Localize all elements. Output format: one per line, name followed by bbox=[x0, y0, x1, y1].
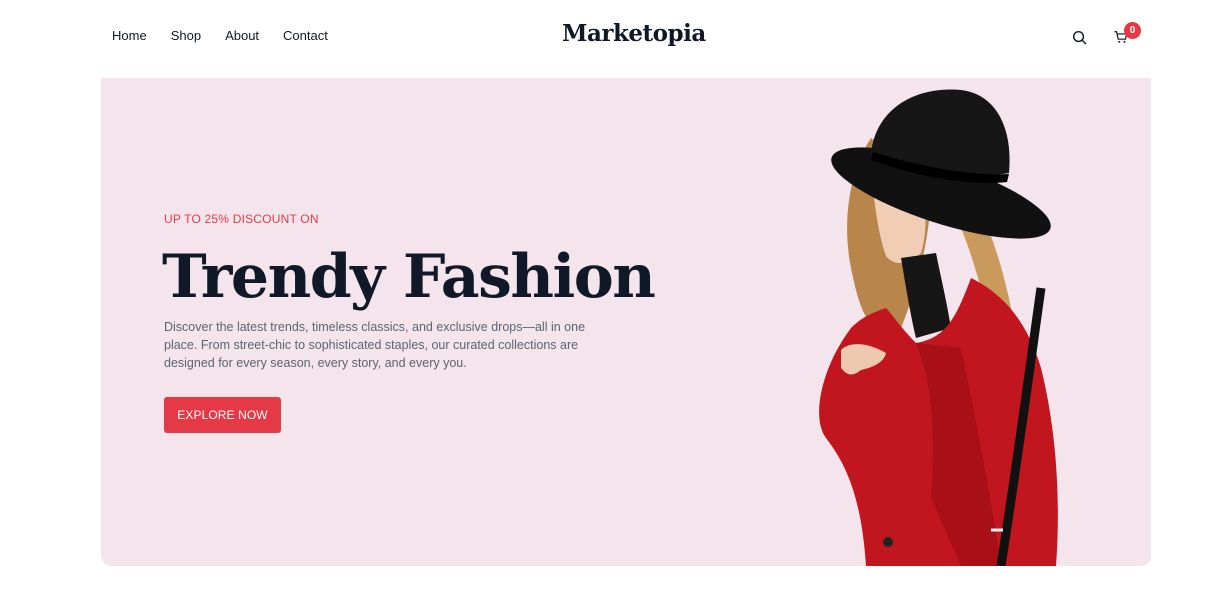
hero-banner: UP TO 25% DISCOUNT ON Trendy Fashion Dis… bbox=[101, 78, 1151, 566]
header-actions: 0 bbox=[1068, 22, 1141, 48]
cart-count-badge: 0 bbox=[1124, 22, 1141, 39]
hero-model-image bbox=[819, 89, 1058, 566]
search-button[interactable] bbox=[1068, 26, 1090, 48]
hero-kicker: UP TO 25% DISCOUNT ON bbox=[164, 212, 319, 226]
main-nav: Home Shop About Contact bbox=[112, 27, 352, 45]
explore-now-button[interactable]: EXPLORE NOW bbox=[164, 397, 281, 433]
nav-about-link[interactable]: About bbox=[225, 27, 259, 45]
nav-contact-link[interactable]: Contact bbox=[283, 27, 328, 45]
nav-shop-link[interactable]: Shop bbox=[171, 27, 201, 45]
hero-title: Trendy Fashion bbox=[162, 242, 656, 312]
site-header: Home Shop About Contact Marketopia 0 bbox=[0, 0, 1228, 78]
search-icon bbox=[1072, 30, 1086, 44]
cart-button[interactable]: 0 bbox=[1110, 22, 1141, 48]
site-logo[interactable]: Marketopia bbox=[562, 20, 706, 47]
nav-home-link[interactable]: Home bbox=[112, 27, 147, 45]
hero-description: Discover the latest trends, timeless cla… bbox=[164, 320, 586, 370]
